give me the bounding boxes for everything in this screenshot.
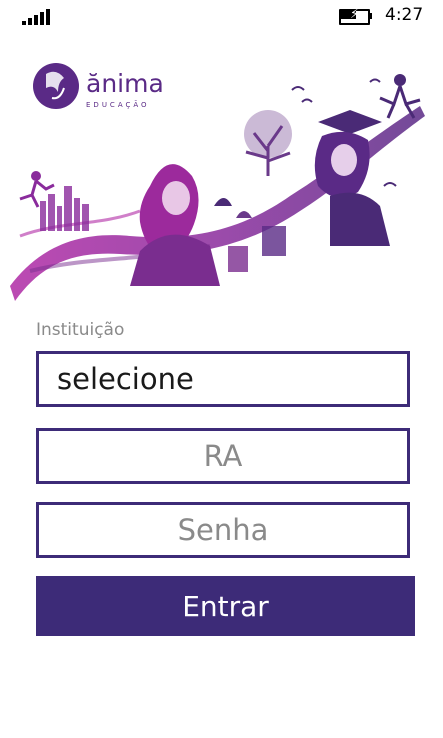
ra-input[interactable]: RA bbox=[36, 428, 410, 484]
brand-tagline: EDUCAÇÃO bbox=[86, 100, 150, 109]
institution-label: Instituição bbox=[36, 320, 125, 340]
ra-placeholder: RA bbox=[203, 439, 243, 473]
student-illustration bbox=[10, 74, 425, 301]
anima-logo: ănima EDUCAÇÃO bbox=[33, 63, 164, 109]
password-placeholder: Senha bbox=[177, 513, 269, 547]
institution-selected-value: selecione bbox=[57, 362, 194, 396]
status-bar: ⚡ 4:27 bbox=[0, 0, 443, 34]
signal-bars-icon bbox=[22, 7, 50, 25]
password-input[interactable]: Senha bbox=[36, 502, 410, 558]
hero-banner: ănima EDUCAÇÃO bbox=[0, 36, 443, 304]
login-button[interactable]: Entrar bbox=[36, 576, 415, 636]
login-button-label: Entrar bbox=[182, 589, 269, 623]
status-time: 4:27 bbox=[385, 5, 424, 25]
institution-select[interactable]: selecione bbox=[36, 351, 410, 407]
battery-charging-icon: ⚡ bbox=[339, 8, 373, 25]
brand-name: ănima bbox=[86, 69, 164, 98]
